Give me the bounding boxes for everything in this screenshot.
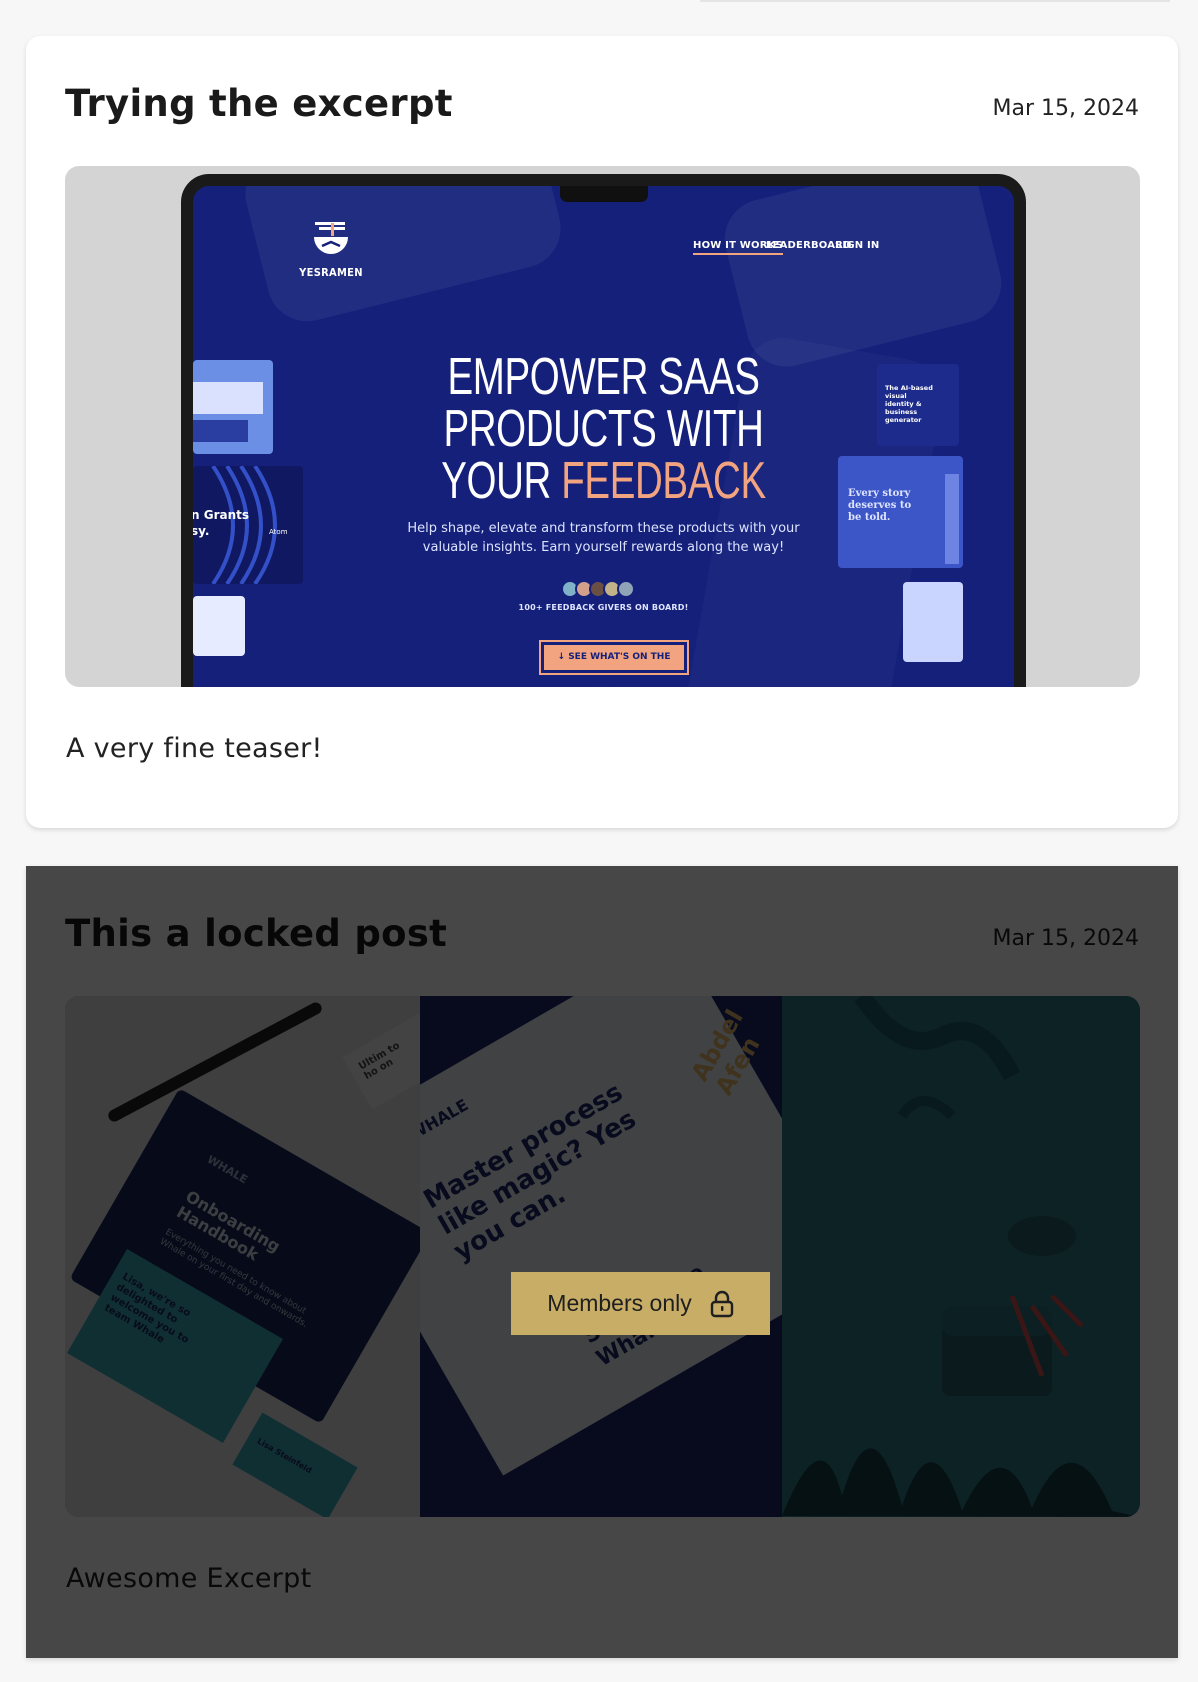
brand-logo: YESRAMEN	[299, 266, 363, 279]
nav-sign-in: SIGN IN	[835, 240, 880, 251]
post-date: Mar 15, 2024	[992, 926, 1139, 951]
post-card[interactable]: Trying the excerpt Mar 15, 2024 YESRAMEN…	[26, 36, 1178, 828]
laptop-screen: YESRAMEN HOW IT WORKS LEADERBOARD SIGN I…	[193, 186, 1014, 687]
tile-grants: n Grants sy. Atom	[193, 466, 303, 584]
post-date: Mar 15, 2024	[992, 96, 1139, 121]
laptop-mockup: YESRAMEN HOW IT WORKS LEADERBOARD SIGN I…	[181, 174, 1026, 687]
post-excerpt: A very fine teaser!	[66, 733, 323, 764]
tile-left-top	[193, 360, 273, 454]
image-pane-ocean	[782, 996, 1140, 1517]
post-title[interactable]: This a locked post	[65, 912, 447, 955]
givers-count: 100+ FEEDBACK GIVERS ON BOARD!	[518, 603, 689, 612]
hero-headline: EMPOWER SAAS PRODUCTS WITH YOUR FEEDBACK	[441, 348, 766, 510]
tile-right-bottom	[903, 582, 963, 662]
image-pane-posters: WHALE Master process like magic? Yes you…	[420, 996, 782, 1517]
tile-story: Every story deserves to be told.	[838, 456, 963, 568]
members-only-badge-visible[interactable]: Members only	[511, 1272, 770, 1335]
image-pane-stationery: WHALE Onboarding Handbook Everything you…	[65, 996, 420, 1517]
tile-ai-generator: The AI-based visual identity & business …	[877, 364, 959, 446]
post-feature-image[interactable]: YESRAMEN HOW IT WORKS LEADERBOARD SIGN I…	[65, 166, 1140, 687]
post-title[interactable]: Trying the excerpt	[65, 82, 453, 125]
post-excerpt: Awesome Excerpt	[66, 1563, 312, 1594]
post-feature-image[interactable]: WHALE Onboarding Handbook Everything you…	[65, 996, 1140, 1517]
menu-cta: ↓ SEE WHAT'S ON THE MENU ↓	[539, 640, 689, 687]
locked-post-card[interactable]: This a locked post Mar 15, 2024 WHALE On…	[26, 866, 1178, 1658]
ramen-bowl-icon	[314, 222, 348, 254]
camera-notch	[559, 186, 648, 202]
members-only-label: Members only	[547, 1290, 692, 1316]
lock-icon	[710, 1290, 733, 1317]
top-divider	[700, 0, 1170, 2]
tile-left-bottom	[193, 596, 245, 656]
